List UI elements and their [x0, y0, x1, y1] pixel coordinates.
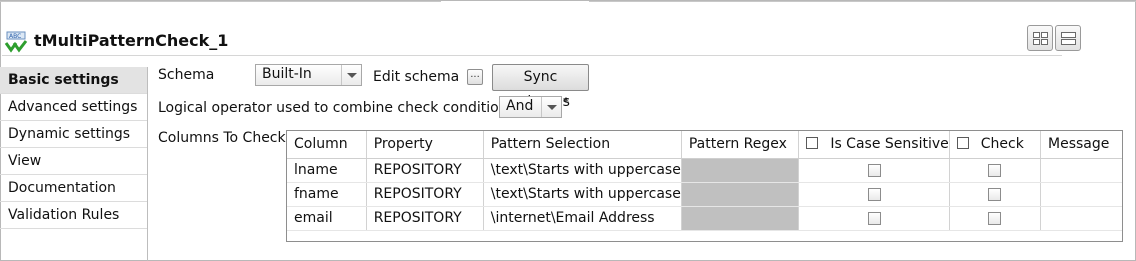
svg-text:ABC: ABC [9, 33, 21, 40]
sidebar-item-dynamic-settings[interactable]: Dynamic settings [0, 121, 147, 148]
cell-property[interactable]: REPOSITORY [366, 206, 484, 231]
chevron-down-icon [541, 97, 561, 117]
schema-value: Built-In [262, 66, 312, 82]
cell-check [949, 158, 1042, 183]
select-all-check-checkbox[interactable] [956, 137, 969, 150]
sidebar-item-basic-settings[interactable]: Basic settings [0, 67, 147, 94]
sidebar-item-view[interactable]: View [0, 148, 147, 175]
cell-case-sensitive [798, 182, 950, 207]
check-checkbox[interactable] [988, 187, 1002, 201]
header-is-case-sensitive[interactable]: Is Case Sensitive [798, 131, 950, 159]
table-header-row: Column Property Pattern Selection Patter… [287, 131, 1122, 159]
settings-sidebar: Basic settings Advanced settings Dynamic… [0, 67, 148, 261]
schema-label: Schema [158, 67, 215, 83]
sync-columns-button[interactable]: Sync columns [492, 64, 589, 110]
table-row[interactable]: email REPOSITORY \internet\Email Address [287, 206, 1122, 231]
chevron-down-icon [341, 65, 361, 85]
cell-pattern-regex [681, 182, 800, 207]
edit-schema-label: Edit schema [373, 69, 460, 85]
sidebar-item-advanced-settings[interactable]: Advanced settings [0, 94, 147, 121]
cell-case-sensitive [798, 206, 950, 231]
check-checkbox[interactable] [988, 211, 1002, 225]
table-row[interactable]: lname REPOSITORY \text\Starts with upper… [287, 158, 1122, 183]
edit-schema-button[interactable]: ... [467, 69, 483, 85]
header-message[interactable]: Message [1040, 131, 1122, 159]
logical-operator-value: And [506, 98, 534, 114]
cell-message[interactable] [1040, 182, 1122, 207]
sidebar-item-documentation[interactable]: Documentation [0, 175, 147, 202]
cell-property[interactable]: REPOSITORY [366, 182, 484, 207]
select-all-case-sensitive-checkbox[interactable] [806, 137, 819, 150]
cell-pattern-regex [681, 206, 800, 231]
schema-select[interactable]: Built-In [255, 64, 362, 86]
header-is-case-sensitive-label: Is Case Sensitive [830, 136, 949, 153]
cell-column[interactable]: fname [287, 182, 367, 207]
logical-operator-select[interactable]: And [499, 96, 562, 118]
header-check-label: Check [980, 136, 1024, 153]
cell-property[interactable]: REPOSITORY [366, 158, 484, 183]
top-tab-gap [441, 1, 589, 2]
cell-message[interactable] [1040, 206, 1122, 231]
columns-to-check-label: Columns To Check [158, 130, 286, 146]
cell-pattern-selection[interactable]: \text\Starts with uppercase [483, 158, 682, 183]
header-property[interactable]: Property [366, 131, 484, 159]
header-column[interactable]: Column [287, 131, 367, 159]
cell-check [949, 206, 1042, 231]
sidebar-item-validation-rules[interactable]: Validation Rules [0, 202, 147, 229]
cell-column[interactable]: email [287, 206, 367, 231]
cell-check [949, 182, 1042, 207]
cell-pattern-selection[interactable]: \text\Starts with uppercase [483, 182, 682, 207]
check-checkbox[interactable] [988, 163, 1002, 177]
split-layout-button[interactable] [1055, 25, 1081, 51]
header-check[interactable]: Check [949, 131, 1042, 159]
table-row[interactable]: fname REPOSITORY \text\Starts with upper… [287, 182, 1122, 207]
logical-operator-label: Logical operator used to combine check c… [158, 100, 515, 116]
multi-pattern-check-icon: ABC [4, 31, 28, 53]
case-sensitive-checkbox[interactable] [867, 163, 881, 177]
cell-case-sensitive [798, 158, 950, 183]
header-pattern-regex[interactable]: Pattern Regex [681, 131, 800, 159]
columns-to-check-table: Column Property Pattern Selection Patter… [286, 130, 1123, 242]
component-title: tMultiPatternCheck_1 [34, 31, 229, 50]
required-marker: * [563, 95, 569, 109]
cell-message[interactable] [1040, 158, 1122, 183]
case-sensitive-checkbox[interactable] [867, 211, 881, 225]
cell-pattern-regex [681, 158, 800, 183]
cell-column[interactable]: lname [287, 158, 367, 183]
cell-pattern-selection[interactable]: \internet\Email Address [483, 206, 682, 231]
case-sensitive-checkbox[interactable] [867, 187, 881, 201]
header-pattern-selection[interactable]: Pattern Selection [483, 131, 682, 159]
grid-layout-button[interactable] [1027, 25, 1053, 51]
